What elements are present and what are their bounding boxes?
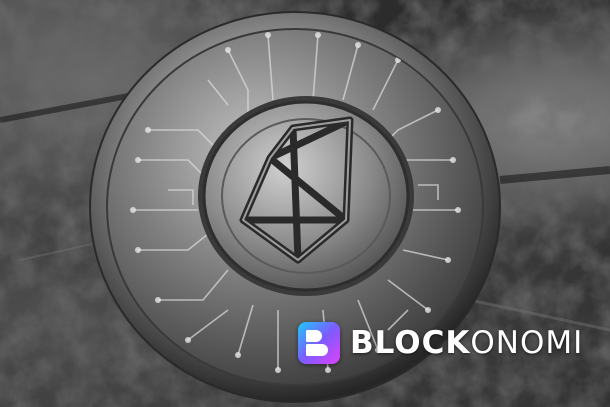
photo-scene: BLOCKONOMI bbox=[0, 0, 610, 407]
brand-bold-text: BLOCK bbox=[350, 324, 471, 361]
brand-wordmark: BLOCKONOMI bbox=[350, 324, 584, 361]
blockonomi-watermark: BLOCKONOMI bbox=[298, 322, 583, 364]
blockonomi-logo-icon bbox=[298, 322, 340, 364]
brand-light-text: ONOMI bbox=[470, 324, 584, 361]
